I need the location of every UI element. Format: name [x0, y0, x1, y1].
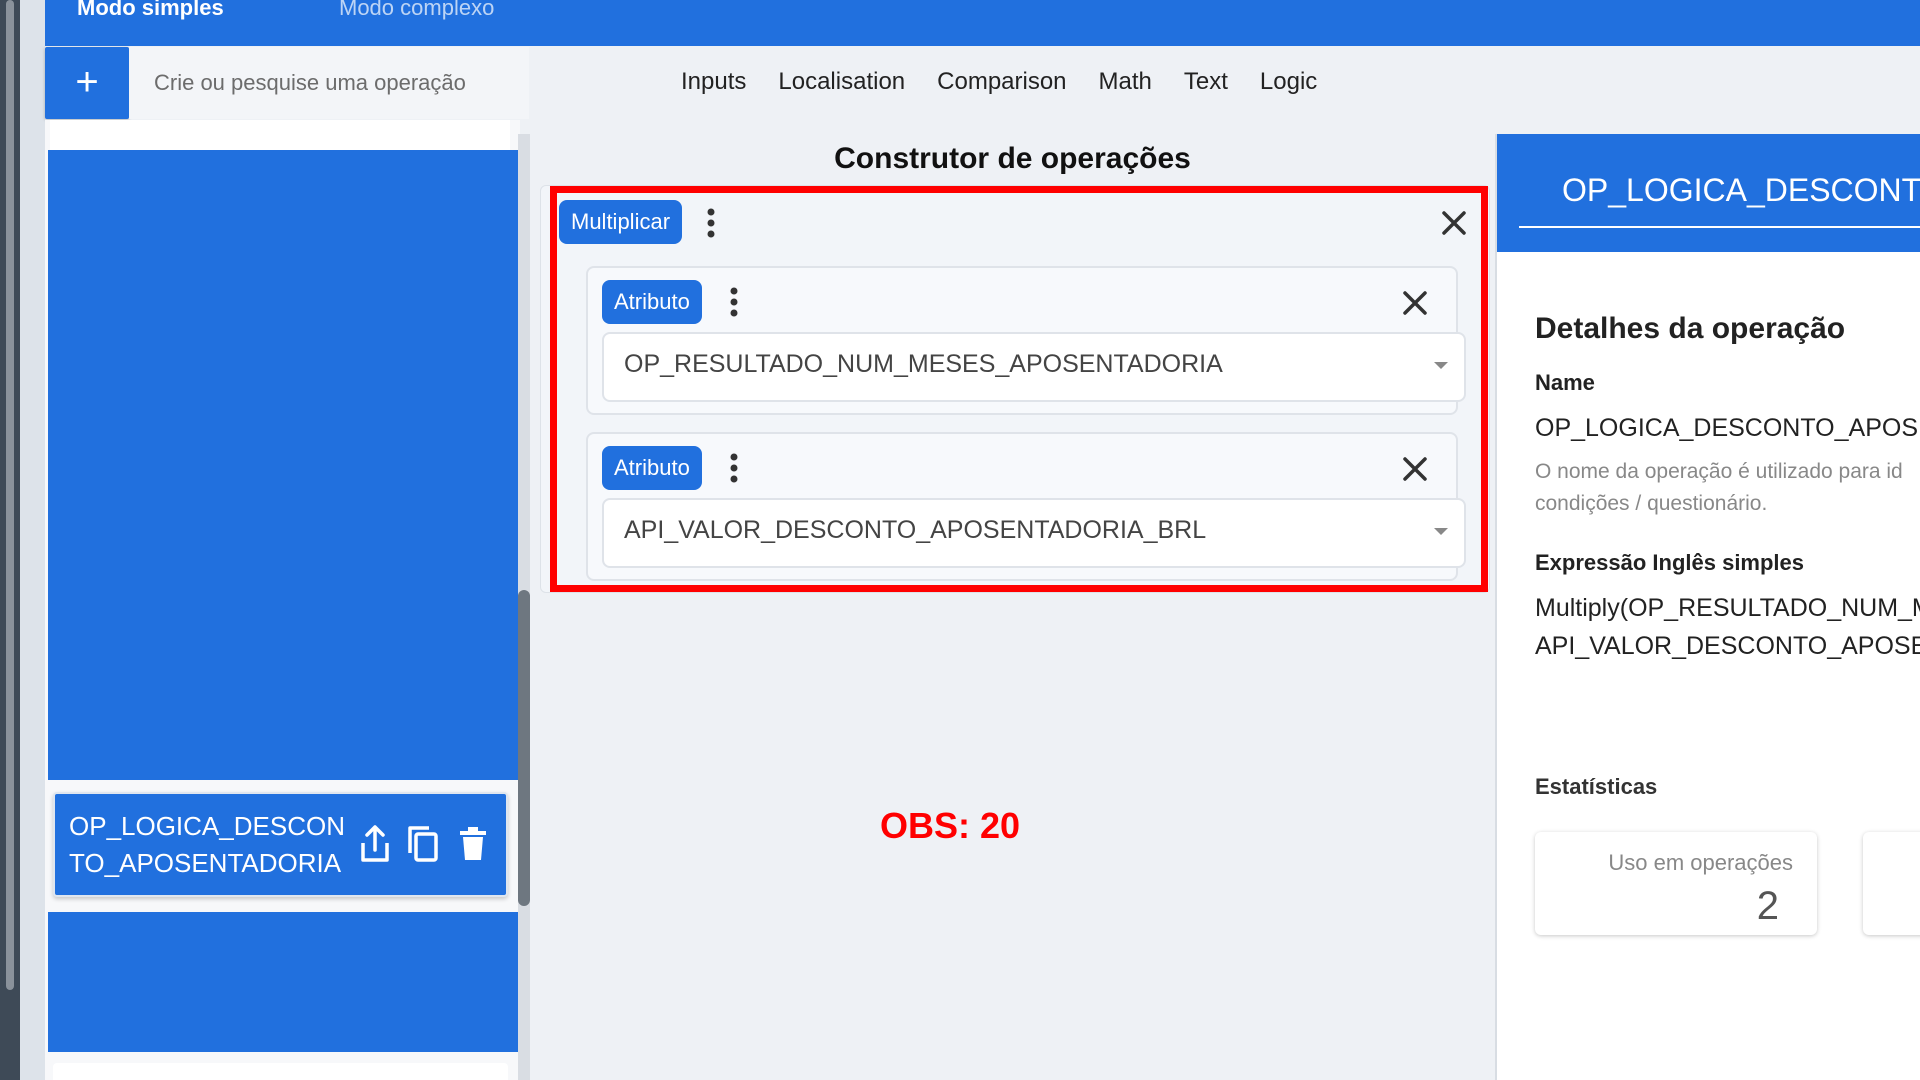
details-header-underline: [1519, 226, 1920, 228]
category-comparison[interactable]: Comparison: [921, 62, 1082, 102]
statistics-label: Estatísticas: [1535, 774, 1658, 799]
list-scrollbar[interactable]: [518, 134, 530, 1080]
name-label: Name: [1535, 370, 1595, 395]
category-logic[interactable]: Logic: [1244, 62, 1333, 102]
stat-usage-value: 2: [1756, 884, 1779, 928]
stat-card-usage: Uso em operações 2: [1535, 832, 1817, 935]
list-item-redacted[interactable]: [48, 912, 518, 1052]
tab-modo-complexo[interactable]: Modo complexo: [307, 0, 526, 46]
tab-modo-simples[interactable]: Modo simples: [45, 0, 326, 49]
name-help-text: condições / questionário.: [1535, 492, 1768, 515]
tab-modo-complexo-label: Modo complexo: [339, 0, 495, 20]
builder-title: Construtor de operações: [834, 142, 1191, 175]
stat-usage-label: Uso em operações: [1608, 850, 1793, 875]
copy-icon[interactable]: [405, 824, 441, 864]
list-item-redacted[interactable]: [48, 150, 518, 780]
list-item-partial[interactable]: [53, 1063, 508, 1080]
stat-card-partial: [1863, 832, 1920, 935]
details-section-title: Detalhes da operação: [1535, 312, 1846, 345]
expression-text: Multiply(OP_RESULTADO_NUM_M: [1535, 594, 1920, 622]
details-header-title: OP_LOGICA_DESCONTO: [1562, 172, 1920, 208]
operation-search-input[interactable]: [129, 47, 529, 119]
category-menu: Inputs Localisation Comparison Math Text…: [665, 62, 1333, 102]
category-math[interactable]: Math: [1083, 62, 1168, 102]
category-localisation[interactable]: Localisation: [762, 62, 921, 102]
highlight-annotation-box: [550, 186, 1488, 592]
list-item-label: OP_LOGICA_DESCONTO_APOSENTADORIA: [69, 811, 345, 878]
expression-label: Expressão Inglês simples: [1535, 550, 1805, 575]
window-edge-scrollbar-thumb[interactable]: [6, 0, 14, 990]
name-help-text: O nome da operação é utilizado para id: [1535, 460, 1903, 483]
category-inputs[interactable]: Inputs: [665, 62, 762, 102]
expression-text: API_VALOR_DESCONTO_APOSE: [1535, 632, 1920, 660]
share-icon[interactable]: [357, 824, 393, 864]
annotation-label: OBS: 20: [880, 805, 1021, 846]
name-value: OP_LOGICA_DESCONTO_APOS: [1535, 414, 1918, 442]
tab-modo-simples-label: Modo simples: [77, 0, 224, 20]
details-header: OP_LOGICA_DESCONTO: [1497, 134, 1920, 252]
operation-details-panel: Detalhes da operação Name OP_LOGICA_DESC…: [1495, 134, 1920, 1080]
delete-icon[interactable]: [457, 824, 493, 864]
category-text[interactable]: Text: [1168, 62, 1244, 102]
mode-tab-bar: Modo simples Modo complexo: [45, 0, 1920, 49]
window-edge-scrollbar[interactable]: [0, 0, 20, 1080]
list-scrollbar-thumb[interactable]: [518, 590, 530, 906]
left-gutter: [20, 0, 45, 1080]
list-item-selected-operation[interactable]: OP_LOGICA_DESCONTO_APOSENTADORIA: [53, 792, 508, 897]
list-item-partial[interactable]: [50, 120, 510, 150]
add-operation-button[interactable]: +: [45, 47, 129, 119]
